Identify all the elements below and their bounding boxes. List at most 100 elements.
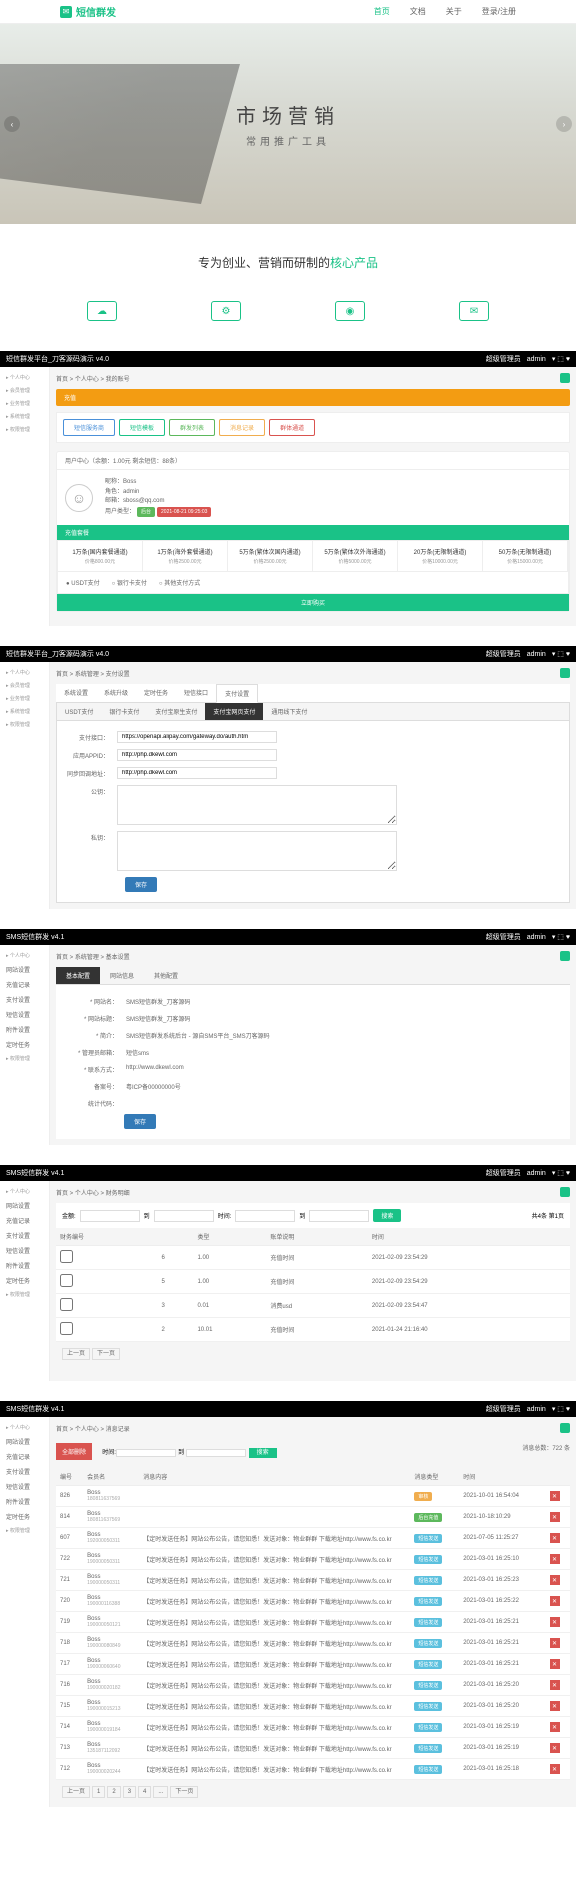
package-option[interactable]: 20万条(无限制通道)价格10000.00元	[398, 541, 483, 571]
delete-button[interactable]: ✕	[550, 1638, 560, 1648]
field-input[interactable]	[117, 749, 277, 761]
sidebar-item[interactable]: 支付设置	[0, 1228, 49, 1243]
sidebar-item[interactable]: 充值记录	[0, 977, 49, 992]
sidebar-section[interactable]: ▸ 系统管理	[0, 410, 49, 423]
subtab[interactable]: USDT支付	[57, 703, 101, 720]
sidebar-item[interactable]: 支付设置	[0, 1464, 49, 1479]
sidebar-section[interactable]: ▸ 权限管理	[0, 1288, 49, 1301]
package-option[interactable]: 50万条(无限制通道)价格15000.00元	[483, 541, 568, 571]
delete-button[interactable]: ✕	[550, 1764, 560, 1774]
tab-button[interactable]: 群发列表	[169, 419, 215, 436]
delete-button[interactable]: ✕	[550, 1659, 560, 1669]
pay-option[interactable]: ○ 其他支付方式	[159, 578, 200, 587]
sidebar-item[interactable]: 定时任务	[0, 1037, 49, 1052]
sidebar-item[interactable]: 附件设置	[0, 1494, 49, 1509]
package-option[interactable]: 1万条(海外套餐通道)价格2500.00元	[143, 541, 228, 571]
search-button[interactable]: 搜索	[249, 1448, 277, 1458]
delete-button[interactable]: ✕	[550, 1575, 560, 1585]
tab[interactable]: 系统升级	[96, 684, 136, 702]
tab-button[interactable]: 短信模板	[119, 419, 165, 436]
row-checkbox[interactable]	[60, 1274, 73, 1287]
package-option[interactable]: 5万条(繁体次国内通道)价格2500.00元	[228, 541, 313, 571]
sidebar-item[interactable]: 短信设置	[0, 1479, 49, 1494]
nav-login[interactable]: 登录/注册	[482, 6, 516, 17]
field-input[interactable]	[117, 831, 397, 871]
delete-button[interactable]: ✕	[550, 1680, 560, 1690]
refresh-icon[interactable]	[560, 951, 570, 961]
tab[interactable]: 支付设置	[216, 684, 258, 703]
subtab[interactable]: 支付宝网页支付	[205, 703, 263, 720]
sidebar-section[interactable]: ▸ 个人中心	[0, 666, 49, 679]
sidebar-section[interactable]: ▸ 权限管理	[0, 1052, 49, 1065]
page-link[interactable]: ...	[153, 1786, 168, 1798]
page-link[interactable]: 3	[123, 1786, 136, 1798]
sidebar-section[interactable]: ▸ 权限管理	[0, 718, 49, 731]
tab[interactable]: 定时任务	[136, 684, 176, 702]
subtab[interactable]: 银行卡支付	[101, 703, 147, 720]
search-button[interactable]: 搜索	[373, 1209, 401, 1222]
delete-button[interactable]: ✕	[550, 1491, 560, 1501]
page-link[interactable]: 上一页	[62, 1348, 90, 1360]
sidebar-section[interactable]: ▸ 个人中心	[0, 1421, 49, 1434]
logo[interactable]: ✉ 短信群发	[60, 4, 116, 19]
refresh-icon[interactable]	[560, 373, 570, 383]
confirm-button[interactable]: 立即购买	[57, 594, 569, 611]
delete-button[interactable]: ✕	[550, 1596, 560, 1606]
page-link[interactable]: 4	[138, 1786, 151, 1798]
row-checkbox[interactable]	[60, 1250, 73, 1263]
tab[interactable]: 网站信息	[100, 967, 144, 984]
page-link[interactable]: 下一页	[92, 1348, 120, 1360]
page-link[interactable]: 下一页	[170, 1786, 198, 1798]
sidebar-item[interactable]: 网站设置	[0, 962, 49, 977]
subtab[interactable]: 通用线下支付	[263, 703, 315, 720]
sidebar-item[interactable]: 定时任务	[0, 1273, 49, 1288]
delete-button[interactable]: ✕	[550, 1743, 560, 1753]
sidebar-section[interactable]: ▸ 权限管理	[0, 1524, 49, 1537]
sidebar-section[interactable]: ▸ 会员管理	[0, 679, 49, 692]
user-menu[interactable]: 超级管理员 admin▾ ⬚ ♥	[486, 354, 570, 364]
tab-button[interactable]: 短信服务商	[63, 419, 115, 436]
tab-button[interactable]: 消息记录	[219, 419, 265, 436]
delete-button[interactable]: ✕	[550, 1617, 560, 1627]
carousel-prev[interactable]: ‹	[4, 116, 20, 132]
sidebar-item[interactable]: 定时任务	[0, 1509, 49, 1524]
time-from[interactable]	[235, 1210, 295, 1222]
carousel-next[interactable]: ›	[556, 116, 572, 132]
sidebar-section[interactable]: ▸ 业务管理	[0, 692, 49, 705]
page-link[interactable]: 上一页	[62, 1786, 90, 1798]
amount-min[interactable]	[80, 1210, 140, 1222]
sidebar-item[interactable]: 附件设置	[0, 1022, 49, 1037]
delete-button[interactable]: ✕	[550, 1701, 560, 1711]
tab[interactable]: 基本配置	[56, 967, 100, 984]
nav-docs[interactable]: 文档	[410, 6, 426, 17]
sidebar-item[interactable]: 网站设置	[0, 1198, 49, 1213]
sidebar-section[interactable]: ▸ 个人中心	[0, 371, 49, 384]
delete-button[interactable]: ✕	[550, 1554, 560, 1564]
delete-button[interactable]: ✕	[550, 1722, 560, 1732]
amount-max[interactable]	[154, 1210, 214, 1222]
tab[interactable]: 系统设置	[56, 684, 96, 702]
pay-option[interactable]: ○ 银行卡支付	[112, 578, 147, 587]
time-from[interactable]	[116, 1449, 176, 1457]
tab-button[interactable]: 群体通道	[269, 419, 315, 436]
sidebar-section[interactable]: ▸ 会员管理	[0, 384, 49, 397]
sidebar-item[interactable]: 充值记录	[0, 1213, 49, 1228]
save-button[interactable]: 保存	[125, 877, 157, 892]
field-input[interactable]	[117, 731, 277, 743]
sidebar-item[interactable]: 短信设置	[0, 1007, 49, 1022]
time-to[interactable]	[186, 1449, 246, 1457]
pay-option[interactable]: ● USDT支付	[66, 578, 100, 587]
delete-button[interactable]: ✕	[550, 1533, 560, 1543]
page-link[interactable]: 2	[107, 1786, 120, 1798]
row-checkbox[interactable]	[60, 1298, 73, 1311]
tab[interactable]: 其他配置	[144, 967, 188, 984]
package-option[interactable]: 1万条(国内套餐通道)价格800.00元	[58, 541, 143, 571]
sidebar-section[interactable]: ▸ 系统管理	[0, 705, 49, 718]
sidebar-item[interactable]: 附件设置	[0, 1258, 49, 1273]
refresh-icon[interactable]	[560, 668, 570, 678]
sidebar-item[interactable]: 网站设置	[0, 1434, 49, 1449]
sidebar-section[interactable]: ▸ 个人中心	[0, 1185, 49, 1198]
refresh-icon[interactable]	[560, 1423, 570, 1433]
sidebar-item[interactable]: 短信设置	[0, 1243, 49, 1258]
delete-button[interactable]: ✕	[550, 1512, 560, 1522]
